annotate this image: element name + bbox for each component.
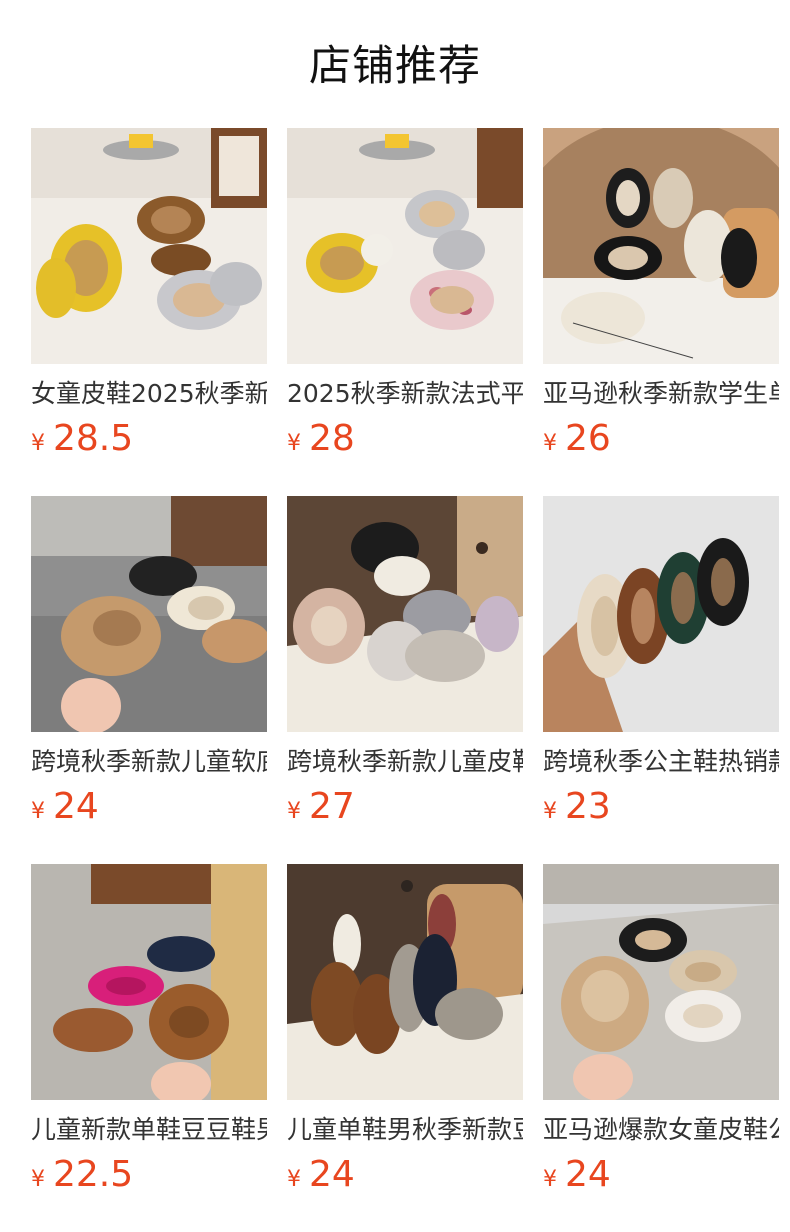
- currency-symbol: ¥: [287, 1167, 301, 1192]
- product-image[interactable]: [543, 128, 779, 364]
- product-name: 亚马逊爆款女童皮鞋公: [543, 1115, 779, 1144]
- product-card[interactable]: 亚马逊秋季新款学生单鞋 ¥26: [543, 128, 779, 496]
- product-price: ¥27: [287, 785, 523, 829]
- currency-symbol: ¥: [287, 431, 301, 456]
- price-value: 24: [53, 786, 99, 827]
- product-card[interactable]: 跨境秋季新款儿童皮鞋 ¥27: [287, 496, 523, 864]
- product-card[interactable]: 儿童新款单鞋豆豆鞋男 ¥22.5: [31, 864, 267, 1232]
- price-value: 28: [309, 418, 355, 459]
- product-price: ¥24: [543, 1153, 779, 1197]
- product-image[interactable]: [287, 128, 523, 364]
- product-name: 2025秋季新款法式平底: [287, 379, 523, 408]
- product-card[interactable]: 儿童单鞋男秋季新款豆 ¥24: [287, 864, 523, 1232]
- currency-symbol: ¥: [543, 431, 557, 456]
- product-image[interactable]: [31, 864, 267, 1100]
- currency-symbol: ¥: [31, 431, 45, 456]
- product-name: 儿童单鞋男秋季新款豆: [287, 1115, 523, 1144]
- product-image[interactable]: [31, 496, 267, 732]
- currency-symbol: ¥: [543, 799, 557, 824]
- product-card[interactable]: 2025秋季新款法式平底 ¥28: [287, 128, 523, 496]
- product-name: 跨境秋季新款儿童软底: [31, 747, 267, 776]
- product-price: ¥26: [543, 417, 779, 461]
- product-grid: 女童皮鞋2025秋季新款 ¥28.5: [31, 128, 779, 1232]
- product-image[interactable]: [31, 128, 267, 364]
- store-recommendations-page: 店铺推荐 女童皮鞋2025秋季新 ¥ 28.5 2025秋季新款法式平 ¥ 28…: [0, 0, 790, 1232]
- page-title: 店铺推荐: [308, 41, 481, 90]
- product-price: ¥23: [543, 785, 779, 829]
- product-card[interactable]: 女童皮鞋2025秋季新款 ¥28.5: [31, 128, 267, 496]
- price-value: 22.5: [53, 1154, 134, 1195]
- product-price: ¥24: [31, 785, 267, 829]
- currency-symbol: ¥: [31, 1167, 45, 1192]
- product-name: 跨境秋季公主鞋热销款: [543, 747, 779, 776]
- price-value: 23: [565, 786, 611, 827]
- product-card[interactable]: 跨境秋季公主鞋热销款 ¥23: [543, 496, 779, 864]
- product-image[interactable]: [287, 864, 523, 1100]
- product-card[interactable]: 跨境秋季新款儿童软底 ¥24: [31, 496, 267, 864]
- price-value: 27: [309, 786, 355, 827]
- product-name: 亚马逊秋季新款学生单鞋: [543, 379, 779, 408]
- price-value: 24: [565, 1154, 611, 1195]
- product-price: ¥22.5: [31, 1153, 267, 1197]
- product-name: 女童皮鞋2025秋季新款: [31, 379, 267, 408]
- product-image[interactable]: [543, 864, 779, 1100]
- product-name: 跨境秋季新款儿童皮鞋: [287, 747, 523, 776]
- price-value: 28.5: [53, 418, 134, 459]
- product-price: ¥28: [287, 417, 523, 461]
- currency-symbol: ¥: [31, 799, 45, 824]
- product-card[interactable]: 亚马逊爆款女童皮鞋公 ¥24: [543, 864, 779, 1232]
- currency-symbol: ¥: [287, 799, 301, 824]
- product-price: ¥28.5: [31, 417, 267, 461]
- currency-symbol: ¥: [543, 1167, 557, 1192]
- product-image[interactable]: [543, 496, 779, 732]
- product-name: 儿童新款单鞋豆豆鞋男: [31, 1115, 267, 1144]
- product-image[interactable]: [287, 496, 523, 732]
- price-value: 26: [565, 418, 611, 459]
- price-value: 24: [309, 1154, 355, 1195]
- product-price: ¥24: [287, 1153, 523, 1197]
